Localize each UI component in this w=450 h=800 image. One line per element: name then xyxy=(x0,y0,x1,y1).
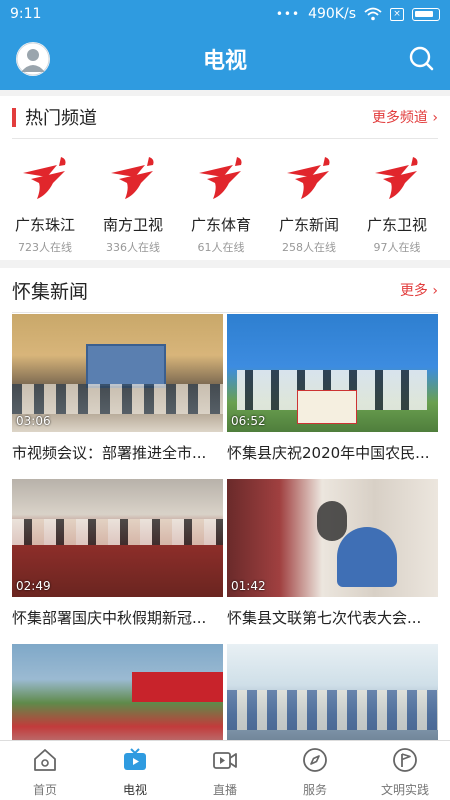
home-icon xyxy=(34,749,56,771)
battery-icon xyxy=(412,7,440,21)
tab-service[interactable]: 服务 xyxy=(270,741,360,800)
search-icon[interactable] xyxy=(408,45,434,71)
channel-name: 广东新闻 xyxy=(278,216,339,234)
tab-label: 服务 xyxy=(302,783,327,797)
status-bar: 9:11 ••• 490K/s × xyxy=(0,0,450,28)
bottom-tab-bar: 首页 电视 直播 服务 文明实践 xyxy=(0,740,450,800)
local-news-section: 怀集新闻 更多 › 03:06 市视频会议：部署推进全市... 06:52 怀集… xyxy=(0,268,450,762)
video-thumbnail: 03:06 xyxy=(12,314,223,432)
more-channels-link[interactable]: 更多频道 › xyxy=(372,107,438,127)
channel-item[interactable]: 南方卫视 336人在线 xyxy=(90,151,176,255)
channel-item[interactable]: 广东体育 61人在线 xyxy=(178,151,264,255)
video-card[interactable]: 01:42 怀集县文联第七次代表大会... xyxy=(227,479,438,628)
gdtv-logo-icon xyxy=(287,157,330,199)
video-card[interactable]: 03:06 市视频会议：部署推进全市... xyxy=(12,314,223,463)
viewer-count: 258人在线 xyxy=(282,241,336,254)
tab-tv[interactable]: 电视 xyxy=(90,741,180,800)
video-duration: 06:52 xyxy=(231,414,266,428)
avatar[interactable] xyxy=(16,42,50,76)
section-title: 热门频道 xyxy=(25,108,97,129)
gdtv-logo-icon xyxy=(111,157,154,199)
viewer-count: 336人在线 xyxy=(106,241,160,254)
viewer-count: 723人在线 xyxy=(18,241,72,254)
video-thumbnail: 02:49 xyxy=(12,479,223,597)
video-card[interactable]: 06:52 怀集县庆祝2020年中国农民... xyxy=(227,314,438,463)
channel-item[interactable]: 广东珠江 723人在线 xyxy=(2,151,88,255)
channel-item[interactable]: 广东新闻 258人在线 xyxy=(266,151,352,255)
tab-live[interactable]: 直播 xyxy=(180,741,270,800)
more-news-link[interactable]: 更多 › xyxy=(400,280,438,300)
compass-icon xyxy=(303,748,327,772)
channel-name: 南方卫视 xyxy=(102,216,163,234)
video-title: 怀集县庆祝2020年中国农民... xyxy=(227,444,430,462)
flag-icon xyxy=(393,748,417,772)
video-duration: 03:06 xyxy=(16,414,51,428)
section-marker xyxy=(12,107,16,127)
viewer-count: 61人在线 xyxy=(197,241,245,254)
tab-label: 首页 xyxy=(32,783,57,797)
video-title: 怀集县文联第七次代表大会... xyxy=(227,609,422,627)
user-icon xyxy=(16,42,50,76)
status-time: 9:11 xyxy=(10,6,42,22)
hot-channels-section: 热门频道 更多频道 › 广东珠江 723人在线 南方卫视 336人在线 广东体育… xyxy=(0,96,450,260)
channel-item[interactable]: 广东卫视 97人在线 xyxy=(354,151,440,255)
tab-label: 文明实践 xyxy=(380,783,429,797)
video-duration: 02:49 xyxy=(16,579,51,593)
video-card[interactable]: 02:49 怀集部署国庆中秋假期新冠... xyxy=(12,479,223,628)
tab-label: 直播 xyxy=(212,783,237,797)
channel-name: 广东卫视 xyxy=(366,216,427,234)
video-thumbnail: 06:52 xyxy=(227,314,438,432)
video-duration: 01:42 xyxy=(231,579,266,593)
video-thumbnail: 01:42 xyxy=(227,479,438,597)
wifi-icon xyxy=(364,7,382,21)
sim-off-icon: × xyxy=(390,7,404,21)
tab-label: 电视 xyxy=(122,783,147,797)
video-title: 怀集部署国庆中秋假期新冠... xyxy=(12,609,207,627)
page-title: 电视 xyxy=(202,49,247,74)
channel-name: 广东珠江 xyxy=(14,216,75,234)
gdtv-logo-icon xyxy=(375,157,418,199)
tab-civilization-practice[interactable]: 文明实践 xyxy=(360,741,450,800)
tv-icon xyxy=(124,748,146,770)
gdtv-logo-icon xyxy=(23,157,66,199)
app-header: 电视 xyxy=(0,28,450,90)
channel-list: 广东珠江 723人在线 南方卫视 336人在线 广东体育 61人在线 广东新闻 … xyxy=(0,139,450,255)
local-news-header: 怀集新闻 更多 › xyxy=(0,268,450,312)
section-title: 怀集新闻 xyxy=(12,280,89,303)
live-video-icon xyxy=(213,752,237,769)
tab-home[interactable]: 首页 xyxy=(0,741,90,800)
viewer-count: 97人在线 xyxy=(373,241,421,254)
channel-name: 广东体育 xyxy=(190,216,251,234)
video-title: 市视频会议：部署推进全市... xyxy=(12,444,207,462)
network-speed: 490K/s xyxy=(308,6,356,22)
hot-channels-header: 热门频道 更多频道 › xyxy=(0,96,450,138)
notification-dots-icon: ••• xyxy=(275,7,301,21)
divider xyxy=(12,312,438,313)
gdtv-logo-icon xyxy=(199,157,242,199)
